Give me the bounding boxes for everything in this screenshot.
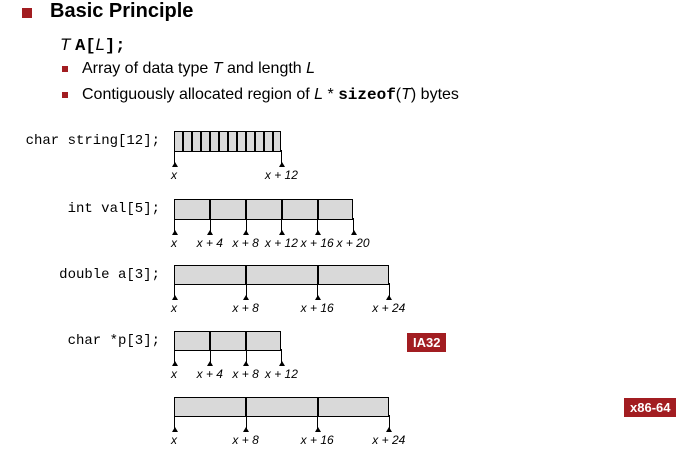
address-label: x + 8 — [232, 433, 259, 447]
element-divider — [236, 132, 239, 151]
bullet-2-T: T — [401, 86, 411, 103]
address-label: x + 24 — [372, 433, 406, 447]
address-label: x + 16 — [300, 433, 334, 447]
address-tick-arrow — [243, 295, 250, 300]
decl-array-name: A[ — [75, 37, 96, 56]
array-box — [174, 199, 353, 220]
address-tick-arrow — [314, 230, 321, 235]
array-declaration: T A[L]; — [60, 35, 125, 56]
title-bullet — [22, 8, 32, 18]
element-divider — [254, 132, 257, 151]
address-label: x — [171, 301, 177, 315]
bullet-2-star: * — [323, 86, 339, 103]
array-box — [174, 397, 389, 417]
address-label: x + 8 — [232, 367, 259, 381]
address-tick-arrow — [243, 427, 250, 432]
element-divider — [316, 398, 319, 416]
address-tick-arrow — [278, 361, 285, 366]
bullet-2-suffix: bytes — [416, 86, 459, 103]
bullet-2-prefix: Contiguously allocated region of — [82, 86, 315, 103]
address-label: x — [171, 236, 177, 250]
address-tick-arrow — [314, 295, 321, 300]
address-tick-arrow — [278, 162, 285, 167]
architecture-tag: x86-64 — [624, 398, 677, 417]
element-divider — [245, 332, 248, 350]
address-tick-arrow — [278, 230, 285, 235]
declaration-label: char string[12]; — [25, 133, 160, 149]
element-divider — [271, 132, 274, 151]
element-divider — [280, 200, 283, 219]
address-tick-arrow — [171, 162, 178, 167]
bullet-1-prefix: Array of data type — [82, 60, 213, 77]
address-tick-arrow — [243, 230, 250, 235]
address-label: x + 12 — [264, 168, 298, 182]
address-label: x + 4 — [196, 367, 223, 381]
address-tick-arrow — [171, 361, 178, 366]
address-tick-arrow — [207, 361, 214, 366]
bullet-1-mid: and length — [222, 60, 307, 77]
address-label: x + 16 — [300, 236, 334, 250]
element-divider — [218, 132, 221, 151]
address-label: x — [171, 168, 177, 182]
bullet-2-text: Contiguously allocated region of L * siz… — [82, 86, 459, 104]
declaration-label: double a[3]; — [59, 267, 160, 283]
bullet-2-marker — [62, 92, 68, 98]
element-divider — [316, 200, 319, 219]
element-divider — [245, 200, 248, 219]
element-divider — [227, 132, 230, 151]
bullet-1-text: Array of data type T and length L — [82, 60, 315, 78]
address-tick-arrow — [350, 230, 357, 235]
address-label: x + 8 — [232, 301, 259, 315]
element-divider — [316, 266, 319, 284]
decl-length: L — [95, 35, 105, 54]
decl-type: T — [60, 35, 71, 54]
address-tick-arrow — [171, 295, 178, 300]
address-tick-arrow — [207, 230, 214, 235]
section-title: Basic Principle — [50, 0, 194, 22]
address-tick-arrow — [386, 295, 393, 300]
address-label: x + 12 — [264, 236, 298, 250]
element-divider — [209, 332, 212, 350]
array-box — [174, 265, 389, 285]
array-box — [174, 131, 282, 152]
bullet-1-T: T — [212, 60, 223, 77]
element-divider — [200, 132, 203, 151]
bullet-1-marker — [62, 66, 68, 72]
bullet-1-L: L — [306, 60, 316, 77]
decl-end: ]; — [105, 37, 126, 56]
address-tick-arrow — [171, 427, 178, 432]
address-label: x + 4 — [196, 236, 223, 250]
element-divider — [245, 398, 248, 416]
address-label: x + 8 — [232, 236, 259, 250]
address-tick-arrow — [243, 361, 250, 366]
address-label: x + 20 — [336, 236, 370, 250]
element-divider — [182, 132, 185, 151]
address-label: x — [171, 433, 177, 447]
address-label: x + 24 — [372, 301, 406, 315]
declaration-label: char *p[3]; — [67, 333, 160, 349]
address-tick-arrow — [171, 230, 178, 235]
address-label: x + 16 — [300, 301, 334, 315]
architecture-tag: IA32 — [407, 333, 447, 352]
declaration-label: int val[5]; — [67, 201, 160, 217]
address-label: x + 12 — [264, 367, 298, 381]
address-tick-arrow — [386, 427, 393, 432]
element-divider — [191, 132, 194, 151]
address-label: x — [171, 367, 177, 381]
bullet-2-sizeof: sizeof — [338, 86, 396, 104]
element-divider — [209, 132, 212, 151]
element-divider — [245, 132, 248, 151]
array-box — [174, 331, 282, 351]
element-divider — [245, 266, 248, 284]
element-divider — [263, 132, 265, 151]
element-divider — [209, 200, 212, 219]
bullet-2-L: L — [314, 86, 324, 103]
address-tick-arrow — [314, 427, 321, 432]
